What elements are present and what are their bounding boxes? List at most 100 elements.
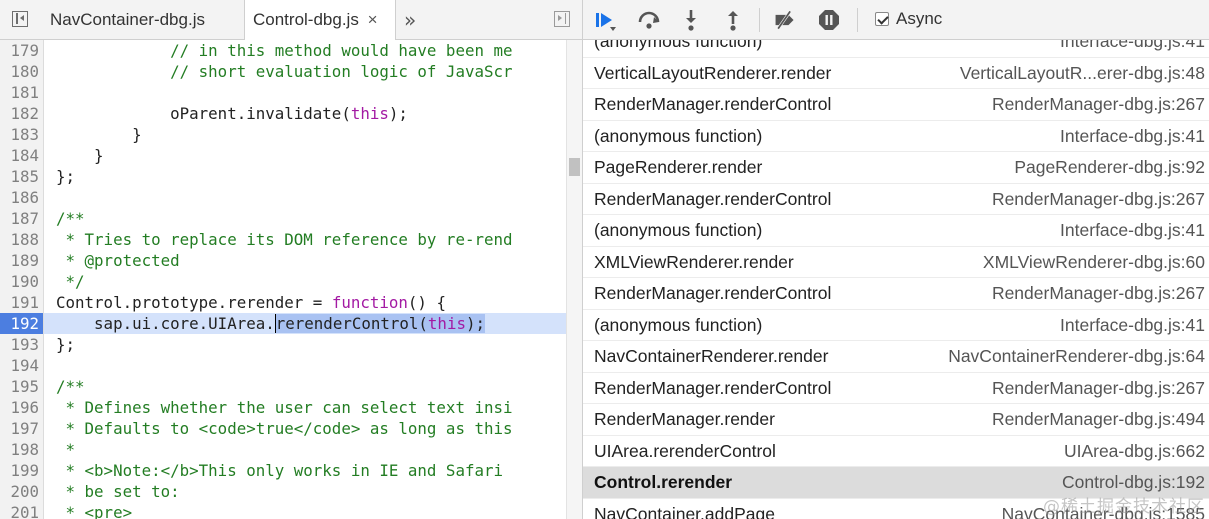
line-number[interactable]: 182 — [0, 103, 44, 124]
line-number[interactable]: 197 — [0, 418, 44, 439]
call-frame[interactable]: NavContainerRenderer.render NavContainerR… — [583, 341, 1209, 373]
code-text: * Defines whether the user can select te… — [56, 398, 513, 417]
frame-location-link[interactable]: PageRenderer-dbg.js:92 — [1014, 152, 1205, 184]
call-frame[interactable]: RenderManager.render RenderManager-dbg.js… — [583, 404, 1209, 436]
frame-location-link[interactable]: RenderManager-dbg.js:267 — [992, 184, 1205, 216]
editor-scroll-thumb[interactable] — [569, 158, 580, 176]
frame-location-link[interactable]: RenderManager-dbg.js:267 — [992, 89, 1205, 121]
code-text: /** — [56, 377, 85, 396]
line-number[interactable]: 187 — [0, 208, 44, 229]
line-number[interactable]: 201 — [0, 502, 44, 519]
line-number[interactable]: 199 — [0, 460, 44, 481]
code-line[interactable]: 183 } — [0, 124, 566, 145]
code-line[interactable]: 190 */ — [0, 271, 566, 292]
async-checkbox[interactable] — [875, 12, 889, 26]
call-frame[interactable]: PageRenderer.render PageRenderer-dbg.js:9… — [583, 152, 1209, 184]
frame-location-link[interactable]: RenderManager-dbg.js:494 — [992, 404, 1205, 436]
line-number[interactable]: 183 — [0, 124, 44, 145]
more-tabs-icon[interactable]: » — [404, 8, 416, 32]
line-number[interactable]: 186 — [0, 187, 44, 208]
line-number[interactable]: 191 — [0, 292, 44, 313]
code-text: */ — [56, 272, 85, 291]
editor-scrollbar[interactable] — [566, 40, 582, 519]
code-line[interactable]: 192 sap.ui.core.UIArea.rerenderControl(t… — [0, 313, 566, 334]
frame-location-link[interactable]: RenderManager-dbg.js:267 — [992, 278, 1205, 310]
line-number[interactable]: 198 — [0, 439, 44, 460]
frame-location-link[interactable]: Interface-dbg.js:41 — [1060, 121, 1205, 153]
code-text: * Tries to replace its DOM reference by … — [56, 230, 513, 249]
call-frame[interactable]: RenderManager.renderControl RenderManager… — [583, 184, 1209, 216]
toggle-debugger-icon[interactable] — [554, 11, 570, 27]
line-number[interactable]: 184 — [0, 145, 44, 166]
call-frame[interactable]: (anonymous function) Interface-dbg.js:41 — [583, 121, 1209, 153]
editor-tab-bar: NavContainer-dbg.js Control-dbg.js × » — [0, 0, 582, 40]
call-frame[interactable]: (anonymous function) Interface-dbg.js:41 — [583, 40, 1209, 58]
line-number[interactable]: 179 — [0, 40, 44, 61]
code-line[interactable]: 201 * <pre> — [0, 502, 566, 519]
frame-function-name: PageRenderer.render — [594, 157, 763, 177]
code-line[interactable]: 197 * Defaults to <code>true</code> as l… — [0, 418, 566, 439]
code-editor[interactable]: 179 // in this method would have been me… — [0, 40, 566, 519]
code-line[interactable]: 181 — [0, 82, 566, 103]
call-frame[interactable]: (anonymous function) Interface-dbg.js:41 — [583, 215, 1209, 247]
line-number[interactable]: 195 — [0, 376, 44, 397]
frame-location-link[interactable]: Interface-dbg.js:41 — [1060, 215, 1205, 247]
frame-function-name: (anonymous function) — [594, 40, 763, 51]
frame-location-link[interactable]: XMLViewRenderer-dbg.js:60 — [983, 247, 1205, 279]
call-frame[interactable]: (anonymous function) Interface-dbg.js:41 — [583, 310, 1209, 342]
async-label: Async — [896, 9, 943, 28]
line-number[interactable]: 200 — [0, 481, 44, 502]
tab-navcontainer-dbg[interactable]: NavContainer-dbg.js — [42, 0, 242, 40]
call-frame[interactable]: RenderManager.renderControl RenderManager… — [583, 89, 1209, 121]
frame-location-link[interactable]: RenderManager-dbg.js:267 — [992, 373, 1205, 405]
frame-location-link[interactable]: Interface-dbg.js:41 — [1060, 310, 1205, 342]
call-frame[interactable]: UIArea.rerenderControl UIArea-dbg.js:662 — [583, 436, 1209, 468]
resume-icon[interactable] — [593, 8, 617, 32]
call-frame[interactable]: RenderManager.renderControl RenderManager… — [583, 278, 1209, 310]
close-tab-icon[interactable]: × — [368, 10, 378, 29]
deactivate-breakpoints-icon[interactable] — [773, 8, 797, 32]
line-number[interactable]: 188 — [0, 229, 44, 250]
call-frame[interactable]: RenderManager.renderControl RenderManager… — [583, 373, 1209, 405]
line-number[interactable]: 196 — [0, 397, 44, 418]
code-line[interactable]: 195 /** — [0, 376, 566, 397]
code-line[interactable]: 194 — [0, 355, 566, 376]
code-line[interactable]: 185}; — [0, 166, 566, 187]
line-number[interactable]: 194 — [0, 355, 44, 376]
code-line[interactable]: 179 // in this method would have been me — [0, 40, 566, 61]
frame-location-link[interactable]: VerticalLayoutR...erer-dbg.js:48 — [960, 58, 1205, 90]
line-number[interactable]: 193 — [0, 334, 44, 355]
line-number[interactable]: 181 — [0, 82, 44, 103]
frame-location-link[interactable]: UIArea-dbg.js:662 — [1064, 436, 1205, 468]
code-line[interactable]: 200 * be set to: — [0, 481, 566, 502]
code-line[interactable]: 180 // short evaluation logic of JavaScr — [0, 61, 566, 82]
call-frame[interactable]: VerticalLayoutRenderer.render VerticalLay… — [583, 58, 1209, 90]
code-line[interactable]: 186 — [0, 187, 566, 208]
code-line[interactable]: 196 * Defines whether the user can selec… — [0, 397, 566, 418]
code-line[interactable]: 189 * @protected — [0, 250, 566, 271]
step-out-icon[interactable] — [721, 8, 745, 32]
step-over-icon[interactable] — [637, 8, 661, 32]
code-text: * <b>Note:</b>This only works in IE and … — [56, 461, 504, 480]
code-line[interactable]: 184 } — [0, 145, 566, 166]
line-number[interactable]: 189 — [0, 250, 44, 271]
tab-control-dbg[interactable]: Control-dbg.js × — [244, 0, 396, 40]
line-number[interactable]: 185 — [0, 166, 44, 187]
toggle-navigator-icon[interactable] — [12, 11, 28, 27]
frame-location-link[interactable]: Interface-dbg.js:41 — [1060, 40, 1205, 58]
line-number[interactable]: 192 — [0, 313, 44, 334]
code-line[interactable]: 193}; — [0, 334, 566, 355]
frame-location-link[interactable]: NavContainerRenderer-dbg.js:64 — [948, 341, 1205, 373]
code-line[interactable]: 182 oParent.invalidate(this); — [0, 103, 566, 124]
code-line[interactable]: 198 * — [0, 439, 566, 460]
pause-on-exceptions-icon[interactable] — [817, 8, 841, 32]
call-frame[interactable]: XMLViewRenderer.render XMLViewRenderer-db… — [583, 247, 1209, 279]
line-number[interactable]: 190 — [0, 271, 44, 292]
code-line[interactable]: 188 * Tries to replace its DOM reference… — [0, 229, 566, 250]
step-into-icon[interactable] — [679, 8, 703, 32]
code-line[interactable]: 191 Control.prototype.rerender = function… — [0, 292, 566, 313]
code-line[interactable]: 199 * <b>Note:</b>This only works in IE … — [0, 460, 566, 481]
code-line[interactable]: 187 /** — [0, 208, 566, 229]
line-number[interactable]: 180 — [0, 61, 44, 82]
code-text: }; — [56, 335, 76, 354]
